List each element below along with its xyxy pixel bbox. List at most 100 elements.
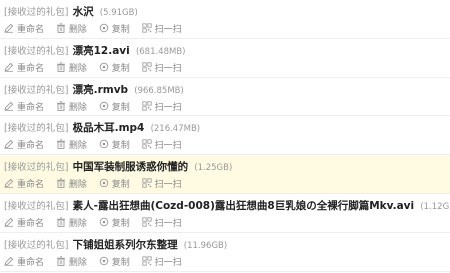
file-title-row: [接收过的礼包] 水沢 (5.91GB) bbox=[4, 4, 450, 20]
qr-code-icon bbox=[142, 100, 152, 111]
file-size: (1.25GB) bbox=[194, 163, 233, 174]
file-actions: 重命名 删除 复制 扫一扫 bbox=[4, 217, 450, 231]
trash-icon bbox=[56, 139, 65, 150]
scan-button[interactable]: 扫一扫 bbox=[142, 100, 182, 115]
copy-button[interactable]: 复制 bbox=[99, 178, 130, 192]
scan-label: 扫一扫 bbox=[154, 180, 182, 191]
delete-button[interactable]: 删除 bbox=[56, 139, 87, 153]
scan-button[interactable]: 扫一扫 bbox=[142, 217, 182, 231]
file-item[interactable]: [接收过的礼包] 下铺姐姐系列尔东整理 (11.96GB) 重命名 删除 复制 … bbox=[0, 232, 450, 272]
file-list: [接收过的礼包] 水沢 (5.91GB) 重命名 删除 复制 扫一扫 [接收过的… bbox=[0, 0, 450, 272]
file-title-row: [接收过的礼包] 素人-露出狂想曲(Cozd-008)露出狂想曲8巨乳娘の全裸行… bbox=[4, 198, 450, 214]
delete-button[interactable]: 删除 bbox=[56, 100, 87, 115]
rename-label: 重命名 bbox=[17, 102, 45, 113]
delete-label: 删除 bbox=[68, 218, 87, 229]
file-name-link[interactable]: 漂亮12.avi bbox=[73, 45, 130, 57]
copy-button[interactable]: 复制 bbox=[99, 101, 130, 115]
pencil-icon bbox=[4, 217, 14, 227]
trash-icon bbox=[56, 100, 65, 111]
gift-source-tag: [接收过的礼包] bbox=[4, 200, 69, 212]
file-name-link[interactable]: 下铺姐姐系列尔东整理 bbox=[73, 239, 178, 251]
delete-button[interactable]: 删除 bbox=[56, 62, 87, 76]
scan-label: 扫一扫 bbox=[154, 218, 182, 229]
copy-button[interactable]: 复制 bbox=[99, 256, 130, 270]
trash-icon bbox=[56, 256, 65, 266]
rename-button[interactable]: 重命名 bbox=[4, 23, 44, 37]
delete-button[interactable]: 删除 bbox=[56, 217, 87, 231]
file-item[interactable]: [接收过的礼包] 中国军装制服诱惑你懂的 (1.25GB) 重命名 删除 复制 … bbox=[0, 155, 450, 194]
rename-label: 重命名 bbox=[17, 218, 45, 229]
qr-code-icon bbox=[142, 23, 152, 33]
rename-label: 重命名 bbox=[17, 63, 45, 74]
file-actions: 重命名 删除 复制 扫一扫 bbox=[4, 100, 450, 115]
file-size: (11.96GB) bbox=[183, 240, 228, 251]
file-item[interactable]: [接收过的礼包] 素人-露出狂想曲(Cozd-008)露出狂想曲8巨乳娘の全裸行… bbox=[0, 193, 450, 233]
scan-label: 扫一扫 bbox=[154, 25, 182, 35]
file-actions: 重命名 删除 复制 扫一扫 bbox=[4, 62, 450, 76]
delete-label: 删除 bbox=[68, 102, 87, 113]
pencil-icon bbox=[4, 62, 14, 72]
copy-icon bbox=[99, 23, 109, 33]
scan-button[interactable]: 扫一扫 bbox=[142, 256, 182, 270]
file-size: (681.48MB) bbox=[135, 46, 186, 57]
file-actions: 重命名 删除 复制 扫一扫 bbox=[4, 23, 450, 37]
scan-button[interactable]: 扫一扫 bbox=[142, 178, 182, 192]
scan-button[interactable]: 扫一扫 bbox=[142, 62, 182, 76]
gift-source-tag: [接收过的礼包] bbox=[4, 7, 69, 18]
rename-label: 重命名 bbox=[17, 257, 45, 268]
copy-button[interactable]: 复制 bbox=[99, 139, 130, 153]
file-actions: 重命名 删除 复制 扫一扫 bbox=[4, 139, 450, 153]
pencil-icon bbox=[4, 256, 14, 266]
file-name-link[interactable]: 水沢 bbox=[73, 6, 94, 18]
file-name-link[interactable]: 中国军装制服诱惑你懂的 bbox=[73, 161, 189, 173]
delete-button[interactable]: 删除 bbox=[56, 178, 87, 192]
scan-label: 扫一扫 bbox=[154, 63, 182, 74]
rename-button[interactable]: 重命名 bbox=[4, 217, 44, 231]
delete-button[interactable]: 删除 bbox=[56, 256, 87, 270]
file-title-row: [接收过的礼包] 极品木耳.mp4 (216.47MB) bbox=[4, 120, 450, 136]
file-item[interactable]: [接收过的礼包] 漂亮.rmvb (966.85MB) 重命名 删除 复制 扫一… bbox=[0, 77, 450, 117]
copy-button[interactable]: 复制 bbox=[99, 217, 130, 231]
file-item[interactable]: [接收过的礼包] 漂亮12.avi (681.48MB) 重命名 删除 复制 扫… bbox=[0, 38, 450, 78]
file-size: (1.12GB) bbox=[420, 201, 450, 212]
copy-button[interactable]: 复制 bbox=[99, 62, 130, 76]
trash-icon bbox=[56, 62, 65, 72]
file-title-row: [接收过的礼包] 中国军装制服诱惑你懂的 (1.25GB) bbox=[4, 159, 450, 175]
qr-code-icon bbox=[142, 256, 152, 266]
gift-source-tag: [接收过的礼包] bbox=[4, 239, 69, 251]
copy-label: 复制 bbox=[111, 25, 130, 35]
file-item[interactable]: [接收过的礼包] 极品木耳.mp4 (216.47MB) 重命名 删除 复制 扫… bbox=[0, 116, 450, 156]
copy-label: 复制 bbox=[111, 102, 130, 113]
rename-label: 重命名 bbox=[17, 180, 45, 191]
copy-icon bbox=[99, 62, 109, 72]
copy-label: 复制 bbox=[111, 257, 130, 268]
copy-button[interactable]: 复制 bbox=[99, 23, 130, 37]
gift-source-tag: [接收过的礼包] bbox=[4, 123, 69, 135]
copy-label: 复制 bbox=[111, 141, 130, 152]
qr-code-icon bbox=[142, 217, 152, 227]
file-name-link[interactable]: 素人-露出狂想曲(Cozd-008)露出狂想曲8巨乳娘の全裸行脚篇Mkv.avi bbox=[73, 200, 415, 212]
file-name-link[interactable]: 极品木耳.mp4 bbox=[73, 122, 145, 134]
delete-label: 删除 bbox=[68, 25, 87, 35]
rename-button[interactable]: 重命名 bbox=[4, 178, 44, 192]
rename-button[interactable]: 重命名 bbox=[4, 101, 44, 115]
delete-label: 删除 bbox=[68, 63, 87, 74]
copy-icon bbox=[99, 217, 109, 227]
rename-button[interactable]: 重命名 bbox=[4, 256, 44, 270]
delete-label: 删除 bbox=[68, 257, 87, 268]
file-item[interactable]: [接收过的礼包] 水沢 (5.91GB) 重命名 删除 复制 扫一扫 bbox=[0, 0, 450, 39]
qr-code-icon bbox=[142, 139, 152, 149]
file-title-row: [接收过的礼包] 漂亮.rmvb (966.85MB) bbox=[4, 82, 450, 98]
file-size: (216.47MB) bbox=[150, 124, 201, 135]
gift-source-tag: [接收过的礼包] bbox=[4, 84, 69, 96]
scan-button[interactable]: 扫一扫 bbox=[142, 139, 182, 153]
copy-icon bbox=[99, 178, 109, 188]
pencil-icon bbox=[4, 140, 14, 150]
scan-button[interactable]: 扫一扫 bbox=[142, 23, 182, 37]
rename-button[interactable]: 重命名 bbox=[4, 62, 44, 76]
file-name-link[interactable]: 漂亮.rmvb bbox=[73, 84, 128, 96]
delete-button[interactable]: 删除 bbox=[56, 23, 87, 37]
file-size: (966.85MB) bbox=[134, 85, 184, 96]
rename-button[interactable]: 重命名 bbox=[4, 139, 44, 153]
copy-icon bbox=[99, 101, 109, 110]
